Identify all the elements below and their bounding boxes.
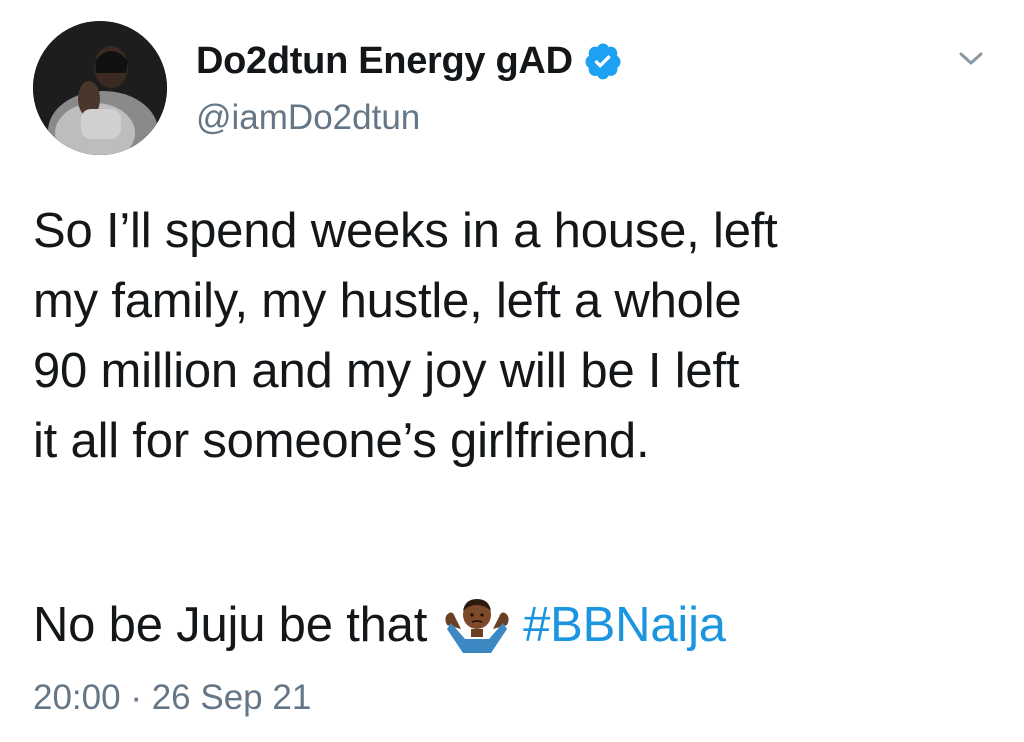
tweet-timestamp[interactable]: 20:00 · 26 Sep 21	[33, 678, 311, 718]
tweet-text-second-line: No be Juju be that	[33, 598, 428, 652]
avatar[interactable]	[33, 21, 167, 155]
timestamp-separator: ·	[130, 678, 142, 717]
author-name-row: Do2dtun Energy gAD	[196, 36, 623, 86]
tweet-card: Do2dtun Energy gAD @iamDo2dtun So I’ll s…	[0, 0, 1024, 742]
author-display-name[interactable]: Do2dtun Energy gAD	[196, 40, 573, 83]
chevron-down-icon[interactable]	[954, 42, 988, 76]
man-shrugging-emoji-icon	[441, 595, 513, 655]
verified-badge-icon	[583, 41, 623, 81]
tweet-time: 20:00	[33, 678, 121, 717]
tweet-text-line: No be Juju be that #BBNaija	[33, 590, 726, 660]
author-handle[interactable]: @iamDo2dtun	[196, 98, 420, 138]
tweet-text: So I’ll spend weeks in a house, left my …	[33, 204, 778, 468]
tweet-date: 26 Sep 21	[151, 678, 312, 717]
hashtag-link[interactable]: #BBNaija	[523, 597, 726, 653]
avatar-image	[33, 21, 167, 155]
